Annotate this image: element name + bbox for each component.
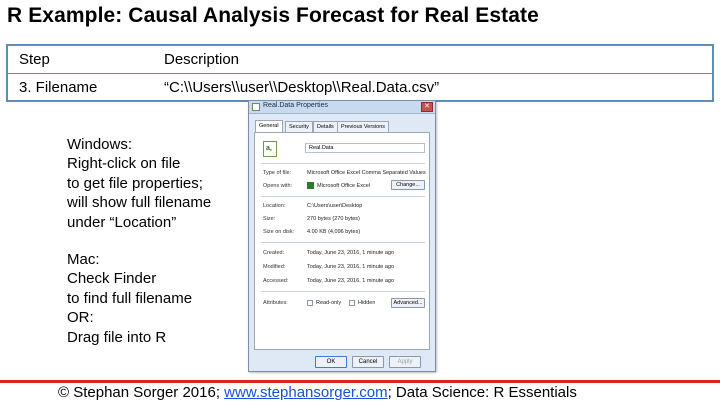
cancel-button[interactable]: Cancel <box>352 356 384 368</box>
attributes-label: Attributes: <box>263 300 288 306</box>
accessed-label: Accessed: <box>263 278 289 284</box>
modified-label: Modified: <box>263 264 286 270</box>
csv-file-icon: a, <box>263 141 277 157</box>
file-name-field[interactable]: Real.Data <box>305 143 425 153</box>
opens-with-value: Microsoft Office Excel <box>317 183 371 189</box>
accessed-value: Today, June 23, 2016, 1 minute ago <box>307 278 395 284</box>
header-step: Step <box>19 51 50 68</box>
table-row: 3. Filename “C:\\Users\\user\\Desktop\\R… <box>8 74 712 101</box>
type-label: Type of file: <box>263 170 292 176</box>
dialog-titlebar[interactable]: Real.Data Properties ✕ <box>249 101 435 114</box>
dialog-title: Real.Data Properties <box>263 102 328 109</box>
modified-value: Today, June 23, 2016, 1 minute ago <box>307 264 395 270</box>
footer-prefix: © Stephan Sorger 2016; <box>58 384 225 401</box>
mac-note-line: to find full filename <box>67 289 193 307</box>
change-button[interactable]: Change... <box>391 180 425 190</box>
website-link[interactable]: www.stephansorger.com <box>224 384 387 401</box>
readonly-label: Read-only <box>316 300 342 306</box>
divider <box>261 196 425 197</box>
windows-note-line: will show full filename <box>67 194 212 212</box>
mac-note-line: OR: <box>67 309 94 327</box>
windows-note-line: to get file properties; <box>67 174 203 192</box>
created-value: Today, June 23, 2016, 1 minute ago <box>307 250 395 256</box>
opens-with-label: Opens with: <box>263 183 293 189</box>
mac-note-line: Check Finder <box>67 270 157 288</box>
tab-details[interactable]: Details <box>313 121 338 132</box>
windows-note-line: under “Location” <box>67 213 177 231</box>
mac-note-line: Drag file into R <box>67 328 167 346</box>
footer-credit: © Stephan Sorger 2016; www.stephansorger… <box>58 384 577 401</box>
size-on-disk-value: 4.00 KB (4,096 bytes) <box>307 229 361 235</box>
readonly-checkbox[interactable] <box>307 300 313 306</box>
divider <box>261 163 425 164</box>
mac-note-line: Mac: <box>67 251 100 268</box>
location-label: Location: <box>263 203 286 209</box>
apply-button[interactable]: Apply <box>389 356 421 368</box>
file-icon <box>252 103 260 111</box>
hidden-checkbox[interactable] <box>349 300 355 306</box>
table-header-row: Step Description <box>8 46 712 73</box>
footer-suffix: ; Data Science: R Essentials <box>387 384 577 401</box>
divider <box>261 291 425 292</box>
excel-icon <box>307 182 314 189</box>
divider <box>261 242 425 243</box>
steps-table: Step Description 3. Filename “C:\\Users\… <box>6 44 714 102</box>
windows-instructions: Windows: Right-click on file to get file… <box>67 135 211 232</box>
windows-note-line: Right-click on file <box>67 155 181 173</box>
close-icon[interactable]: ✕ <box>421 102 433 112</box>
size-value: 270 bytes (270 bytes) <box>307 216 360 222</box>
created-label: Created: <box>263 250 285 256</box>
row-description: “C:\\Users\\user\\Desktop\\Real.Data.csv… <box>164 79 440 96</box>
slide-title: R Example: Causal Analysis Forecast for … <box>7 4 539 27</box>
size-on-disk-label: Size on disk: <box>263 229 295 235</box>
type-value: Microsoft Office Excel Comma Separated V… <box>307 170 427 176</box>
file-properties-dialog: Real.Data Properties ✕ General Security … <box>248 100 436 372</box>
advanced-button[interactable]: Advanced... <box>391 298 425 308</box>
hidden-label: Hidden <box>358 300 376 306</box>
tab-previous-versions[interactable]: Previous Versions <box>337 121 390 132</box>
size-label: Size: <box>263 216 276 222</box>
general-tab-panel: a, Real.Data Type of file: Microsoft Off… <box>254 132 430 350</box>
location-value: C:\Users\user\Desktop <box>307 203 363 209</box>
row-step: 3. Filename <box>19 79 98 96</box>
tab-security[interactable]: Security <box>285 121 313 132</box>
ok-button[interactable]: OK <box>315 356 347 368</box>
header-description: Description <box>164 51 240 68</box>
windows-note-line: Windows: <box>67 136 133 153</box>
mac-instructions: Mac: Check Finder to find full filename … <box>67 250 192 347</box>
tab-general[interactable]: General <box>255 120 283 132</box>
footer-divider <box>0 380 720 383</box>
